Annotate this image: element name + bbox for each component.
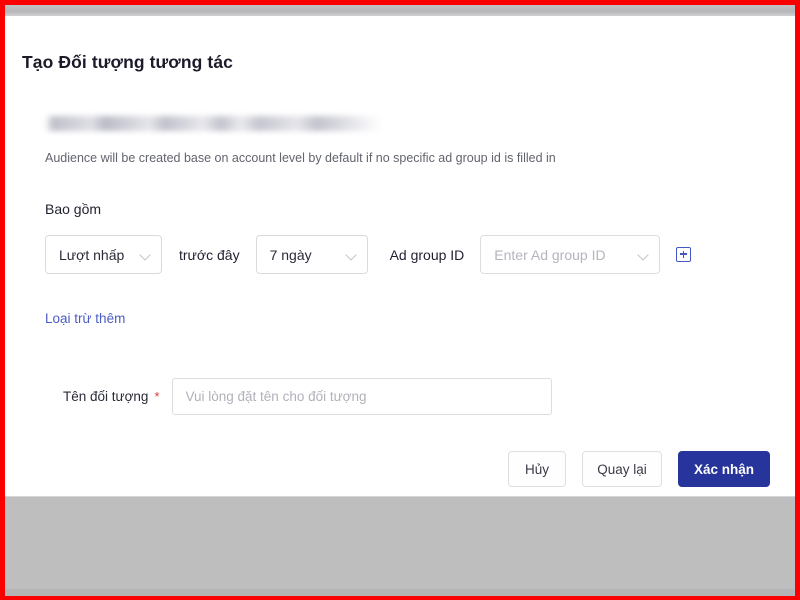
page-title: Tạo Đối tượng tương tác — [22, 52, 233, 72]
audience-name-label: Tên đối tượng — [63, 389, 149, 404]
back-button[interactable]: Quay lại — [582, 451, 662, 487]
audience-name-row: Tên đối tượng * — [63, 378, 552, 415]
add-exclusion-link[interactable]: Loại trừ thêm — [45, 311, 125, 326]
include-section-label: Bao gồm — [45, 201, 102, 217]
chevron-down-icon — [346, 249, 358, 261]
page-backdrop-shade — [5, 589, 795, 596]
required-asterisk: * — [154, 389, 160, 404]
confirm-button[interactable]: Xác nhận — [678, 451, 770, 487]
ad-group-id-label: Ad group ID — [389, 246, 465, 263]
redacted-account-line — [45, 116, 381, 131]
action-type-select[interactable]: Lượt nhấp — [45, 235, 162, 274]
chevron-down-icon — [638, 249, 650, 261]
chevron-down-icon — [140, 249, 152, 261]
lookback-window-select[interactable]: 7 ngày — [255, 235, 368, 274]
dialog-footer-actions: Hủy Quay lại Xác nhận — [508, 451, 770, 487]
screenshot-frame: Tạo Đối tượng tương tác Audience will be… — [0, 0, 800, 600]
ad-group-id-select[interactable]: Enter Ad group ID — [480, 235, 661, 274]
ad-group-id-placeholder: Enter Ad group ID — [494, 246, 606, 263]
lookback-window-value: 7 ngày — [269, 246, 312, 263]
include-condition-row: Lượt nhấp trước đây 7 ngày Ad group ID E… — [45, 235, 692, 274]
audience-name-input[interactable] — [171, 378, 552, 415]
window-top-strip — [5, 5, 795, 16]
condition-connector-label: trước đây — [179, 246, 240, 263]
action-type-value: Lượt nhấp — [59, 246, 125, 263]
plus-square-icon[interactable] — [676, 247, 692, 262]
create-audience-dialog: Tạo Đối tượng tương tác Audience will be… — [5, 16, 795, 496]
page-backdrop — [5, 496, 795, 596]
dialog-description: Audience will be created base on account… — [45, 151, 556, 165]
cancel-button[interactable]: Hủy — [508, 451, 566, 487]
